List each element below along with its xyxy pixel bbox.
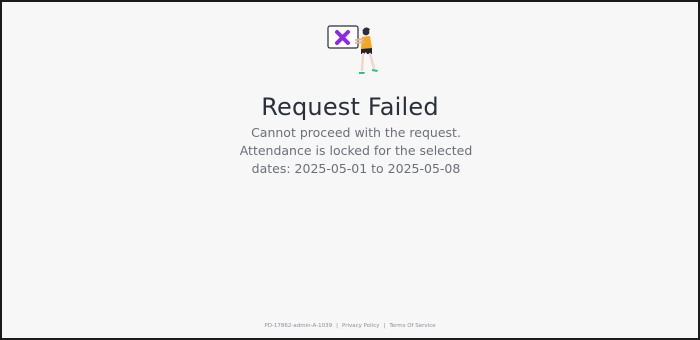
- error-message: Cannot proceed with the request. Attenda…: [239, 125, 473, 176]
- terms-of-service-link[interactable]: Terms Of Service: [389, 323, 435, 329]
- page-title: Request Failed: [261, 93, 439, 121]
- error-illustration-icon: [326, 24, 388, 84]
- privacy-policy-link[interactable]: Privacy Policy: [342, 323, 379, 329]
- footer-separator: |: [383, 323, 386, 329]
- error-page: Request Failed Cannot proceed with the r…: [0, 0, 700, 340]
- footer-separator: |: [336, 323, 338, 329]
- page-id-label: PD-17862-admin-A-1039: [264, 323, 333, 329]
- footer: PD-17862-admin-A-1039 | Privacy Policy | Ter…: [2, 323, 698, 329]
